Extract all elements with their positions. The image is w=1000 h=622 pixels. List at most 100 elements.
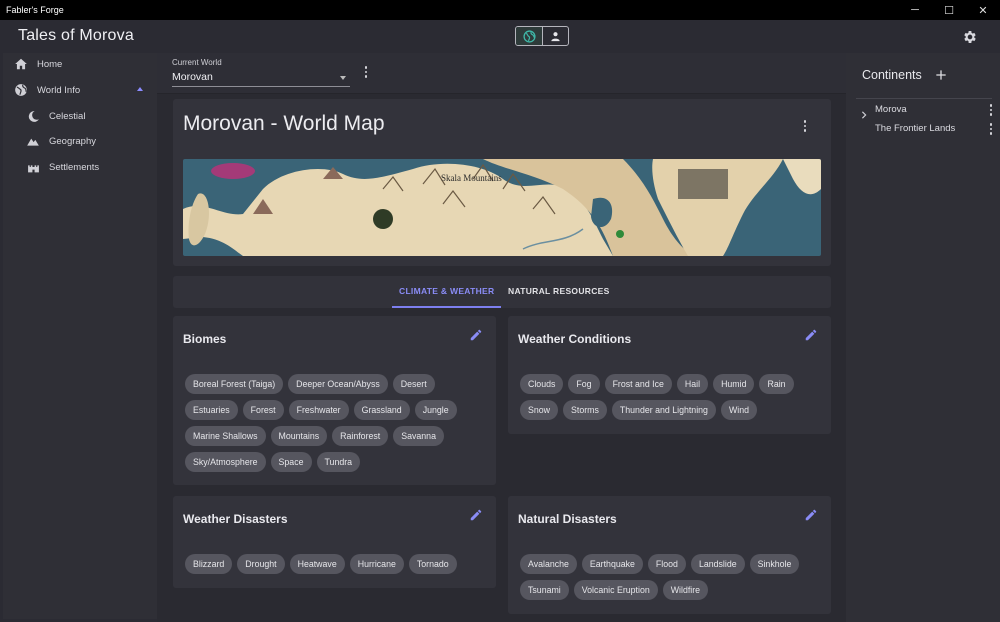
chip[interactable]: Sinkhole bbox=[749, 554, 800, 574]
person-icon bbox=[551, 31, 560, 41]
card-title: Natural Disasters bbox=[518, 512, 617, 526]
more-icon bbox=[803, 120, 807, 123]
chip[interactable]: Wildfire bbox=[662, 580, 709, 600]
chip[interactable]: Tsunami bbox=[520, 580, 569, 600]
pencil-icon bbox=[470, 509, 482, 521]
sidebar-item-geography[interactable]: Geography bbox=[25, 131, 96, 151]
chip[interactable]: Forest bbox=[242, 400, 284, 420]
dropdown-arrow-icon[interactable] bbox=[340, 76, 346, 80]
continent-menu-button[interactable] bbox=[986, 122, 996, 136]
chip[interactable]: Grassland bbox=[353, 400, 410, 420]
pencil-icon bbox=[805, 329, 817, 341]
chip[interactable]: Fog bbox=[568, 374, 600, 394]
chip[interactable]: Deeper Ocean/Abyss bbox=[288, 374, 388, 394]
edit-weather-disasters-button[interactable] bbox=[469, 508, 483, 522]
chip[interactable]: Snow bbox=[520, 400, 559, 420]
sidebar-item-settlements[interactable]: Settlements bbox=[25, 157, 99, 177]
chip[interactable]: Blizzard bbox=[185, 554, 233, 574]
continents-panel: Continents Morova The Frontier Lands bbox=[846, 53, 1000, 622]
sidebar-item-home[interactable]: Home bbox=[13, 54, 62, 74]
chip[interactable]: Storms bbox=[563, 400, 607, 420]
sidebar-item-label: World Info bbox=[37, 84, 81, 96]
chip[interactable]: Drought bbox=[237, 554, 285, 574]
select-underline bbox=[172, 86, 350, 87]
close-button[interactable]: ✕ bbox=[966, 0, 1000, 20]
expand-chevron-icon[interactable] bbox=[860, 106, 868, 119]
globe-icon bbox=[13, 82, 29, 98]
chip[interactable]: Frost and Ice bbox=[604, 374, 672, 394]
more-icon bbox=[989, 104, 993, 107]
pencil-icon bbox=[470, 329, 482, 341]
collapse-caret-icon[interactable] bbox=[137, 87, 143, 91]
chip[interactable]: Space bbox=[270, 452, 312, 472]
tab-climate-weather[interactable]: CLIMATE & WEATHER bbox=[399, 286, 494, 296]
character-view-button[interactable] bbox=[542, 27, 568, 45]
settings-button[interactable] bbox=[960, 27, 980, 47]
add-continent-button[interactable] bbox=[934, 68, 948, 82]
weather-disasters-card: Weather Disasters Blizzard Drought Heatw… bbox=[173, 496, 496, 588]
weather-disasters-chip-list: Blizzard Drought Heatwave Hurricane Torn… bbox=[185, 554, 485, 574]
sidebar-item-world-info[interactable]: World Info bbox=[13, 80, 80, 100]
chip[interactable]: Clouds bbox=[520, 374, 564, 394]
chip[interactable]: Freshwater bbox=[288, 400, 349, 420]
chip[interactable]: Earthquake bbox=[581, 554, 643, 574]
chip[interactable]: Boreal Forest (Taiga) bbox=[185, 374, 284, 394]
window-title: Fabler's Forge bbox=[6, 5, 64, 15]
chip[interactable]: Humid bbox=[713, 374, 755, 394]
continent-item-morova[interactable]: Morova bbox=[875, 104, 907, 115]
chip[interactable]: Jungle bbox=[414, 400, 457, 420]
world-menu-button[interactable] bbox=[361, 65, 371, 79]
weather-conditions-card: Weather Conditions Clouds Fog Frost and … bbox=[508, 316, 831, 434]
pencil-icon bbox=[805, 509, 817, 521]
app-title: Tales of Morova bbox=[18, 27, 134, 44]
chip[interactable]: Avalanche bbox=[520, 554, 577, 574]
natural-disasters-card: Natural Disasters Avalanche Earthquake F… bbox=[508, 496, 831, 614]
chip[interactable]: Landslide bbox=[690, 554, 745, 574]
chip[interactable]: Volcanic Eruption bbox=[573, 580, 658, 600]
globe-icon bbox=[522, 29, 536, 43]
chip[interactable]: Hurricane bbox=[349, 554, 404, 574]
sidebar-item-celestial[interactable]: Celestial bbox=[25, 106, 85, 126]
chip[interactable]: Tundra bbox=[316, 452, 361, 472]
card-title: Weather Disasters bbox=[183, 512, 288, 526]
sidebar-item-label: Geography bbox=[49, 135, 97, 147]
world-view-button[interactable] bbox=[516, 27, 542, 45]
biomes-card: Biomes Boreal Forest (Taiga) Deeper Ocea… bbox=[173, 316, 496, 485]
edit-natural-disasters-button[interactable] bbox=[804, 508, 818, 522]
world-selector-bar: Current World Morovan bbox=[157, 53, 846, 94]
chip[interactable]: Estuaries bbox=[185, 400, 238, 420]
natural-disasters-chip-list: Avalanche Earthquake Flood Landslide Sin… bbox=[520, 554, 820, 600]
main-content: Current World Morovan Morovan - World Ma… bbox=[157, 53, 846, 622]
minimize-button[interactable]: ─ bbox=[898, 0, 932, 20]
continent-item-frontier-lands[interactable]: The Frontier Lands bbox=[875, 123, 955, 134]
chip[interactable]: Tornado bbox=[408, 554, 457, 574]
sidebar-item-label: Home bbox=[37, 58, 63, 70]
edit-weather-conditions-button[interactable] bbox=[804, 328, 818, 342]
active-tab-indicator bbox=[392, 306, 501, 308]
chip[interactable]: Rain bbox=[759, 374, 794, 394]
more-icon bbox=[364, 66, 368, 69]
maximize-button[interactable]: ☐ bbox=[932, 0, 966, 20]
chip[interactable]: Sky/Atmosphere bbox=[185, 452, 266, 472]
tab-natural-resources[interactable]: NATURAL RESOURCES bbox=[508, 286, 610, 296]
divider bbox=[856, 98, 992, 99]
world-map-card: Morovan - World Map Skala Mountains bbox=[173, 99, 831, 266]
chip[interactable]: Thunder and Lightning bbox=[611, 400, 716, 420]
chip[interactable]: Rainforest bbox=[332, 426, 389, 446]
window-controls: ─ ☐ ✕ bbox=[898, 0, 1000, 20]
chip[interactable]: Hail bbox=[676, 374, 709, 394]
chip[interactable]: Wind bbox=[720, 400, 757, 420]
world-map-image[interactable]: Skala Mountains bbox=[183, 159, 821, 256]
chip[interactable]: Savanna bbox=[393, 426, 444, 446]
edit-biomes-button[interactable] bbox=[469, 328, 483, 342]
world-select[interactable]: Morovan bbox=[172, 71, 213, 83]
chip[interactable]: Desert bbox=[392, 374, 435, 394]
gear-icon bbox=[964, 31, 976, 43]
chip[interactable]: Flood bbox=[647, 554, 686, 574]
map-menu-button[interactable] bbox=[800, 119, 810, 133]
chip[interactable]: Heatwave bbox=[289, 554, 345, 574]
chip[interactable]: Mountains bbox=[270, 426, 328, 446]
continent-menu-button[interactable] bbox=[986, 103, 996, 117]
chip[interactable]: Marine Shallows bbox=[185, 426, 266, 446]
map-label: Skala Mountains bbox=[441, 173, 502, 183]
